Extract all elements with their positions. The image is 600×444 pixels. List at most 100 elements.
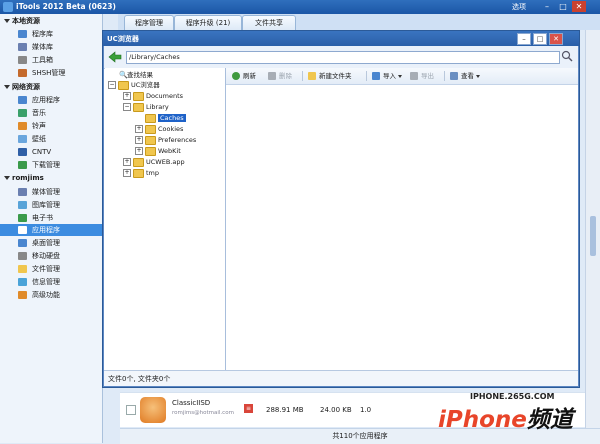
- new-folder-button[interactable]: 新建文件夹: [308, 71, 352, 81]
- view-icon: [450, 72, 458, 80]
- dialog-status: 文件0个, 文件夹0个: [104, 370, 578, 386]
- sidebar-item-desktop[interactable]: 桌面管理: [18, 237, 60, 249]
- dialog-titlebar: UC浏览器 – □ ✕: [103, 31, 579, 46]
- dialog-body: /Library/Caches 🔍查找结果 − UC浏览器 + Documents …: [104, 46, 578, 386]
- view-button[interactable]: 查看: [450, 71, 480, 81]
- folder-icon: [145, 113, 156, 123]
- delete-button[interactable]: 删除: [268, 71, 292, 81]
- cntv-icon: [18, 148, 27, 156]
- app-size: 288.91 MB: [266, 406, 304, 414]
- refresh-button[interactable]: 刷新: [232, 71, 256, 81]
- dialog-minimize-icon[interactable]: –: [517, 33, 531, 45]
- search-icon[interactable]: [561, 50, 573, 62]
- apps-icon: [18, 96, 27, 104]
- sidebar-item-cntv[interactable]: CNTV: [18, 146, 51, 158]
- dialog-close-icon[interactable]: ✕: [549, 33, 563, 45]
- minimize-icon[interactable]: –: [540, 1, 554, 12]
- options-menu[interactable]: 选项: [512, 2, 526, 12]
- ringtone-icon: [18, 122, 27, 130]
- sidebar-item-advanced[interactable]: 高级功能: [18, 289, 60, 301]
- toolbar-divider: [366, 71, 367, 81]
- sidebar-item-downloads[interactable]: 下载管理: [18, 159, 60, 171]
- app-icon: [140, 397, 166, 423]
- app-data-size: 24.00 KB: [320, 406, 352, 414]
- collapse-icon[interactable]: −: [108, 81, 116, 89]
- drive-icon: [18, 252, 27, 260]
- close-icon[interactable]: ✕: [572, 1, 586, 12]
- folder-icon: [145, 146, 156, 156]
- sidebar-item-wallpaper[interactable]: 壁纸: [18, 133, 46, 145]
- export-icon: [410, 72, 418, 80]
- tree-node-webkit[interactable]: + WebKit: [135, 146, 181, 156]
- sidebar-item-music[interactable]: 音乐: [18, 107, 46, 119]
- message-icon: [18, 278, 27, 286]
- sidebar: 本地资源 程序库 媒体库 工具箱 SHSH管理 网络资源 应用程序 音乐 铃声 …: [0, 14, 130, 443]
- sidebar-item-files[interactable]: 文件管理: [18, 263, 60, 275]
- sidebar-item-media-library[interactable]: 媒体库: [18, 41, 53, 53]
- dialog-maximize-icon[interactable]: □: [533, 33, 547, 45]
- section-local[interactable]: 本地资源: [4, 16, 40, 26]
- expand-icon[interactable]: +: [123, 158, 131, 166]
- tree-node-preferences[interactable]: + Preferences: [135, 135, 196, 145]
- chevron-down-icon: [476, 74, 480, 78]
- expand-icon[interactable]: +: [123, 169, 131, 177]
- folder-icon: [133, 91, 144, 101]
- expand-icon[interactable]: +: [135, 147, 143, 155]
- tree-node-caches[interactable]: Caches: [145, 113, 186, 123]
- file-toolbar: 刷新 删除 新建文件夹 导入 导出 查看: [226, 68, 578, 85]
- delete-icon: [268, 72, 276, 80]
- tree-node-root[interactable]: − UC浏览器: [108, 80, 160, 90]
- sidebar-item-shsh[interactable]: SHSH管理: [18, 67, 65, 79]
- folder-icon: [145, 135, 156, 145]
- expand-icon[interactable]: +: [135, 136, 143, 144]
- download-icon: [18, 161, 27, 169]
- sidebar-item-net-apps[interactable]: 应用程序: [18, 94, 60, 106]
- section-device[interactable]: romjims: [4, 174, 44, 182]
- tree-node-ucweb-app[interactable]: + UCWEB.app: [123, 157, 185, 167]
- sidebar-item-ebooks[interactable]: 电子书: [18, 212, 53, 224]
- sidebar-item-gallery[interactable]: 图库管理: [18, 199, 60, 211]
- folder-icon: [18, 265, 27, 273]
- sidebar-item-toolbox[interactable]: 工具箱: [18, 54, 53, 66]
- sidebar-item-media-manage[interactable]: 媒体管理: [18, 186, 60, 198]
- tree-node-library[interactable]: − Library: [123, 102, 169, 112]
- toolbar-divider: [302, 71, 303, 81]
- app-badge-icon: ≡: [244, 404, 253, 413]
- shsh-icon: [18, 69, 27, 77]
- tree-node-tmp[interactable]: + tmp: [123, 168, 159, 178]
- tree-node-search[interactable]: 🔍查找结果: [119, 70, 153, 80]
- tree-node-documents[interactable]: + Documents: [123, 91, 183, 101]
- sidebar-item-drive[interactable]: 移动硬盘: [18, 250, 60, 262]
- path-input[interactable]: /Library/Caches: [126, 51, 560, 64]
- tab-file-share[interactable]: 文件共享: [242, 15, 296, 31]
- main-scrollbar[interactable]: [585, 30, 600, 428]
- apps-icon: [18, 226, 27, 234]
- main-titlebar: iTools 2012 Beta (0623) 选项 – □ ✕: [0, 0, 600, 14]
- section-network[interactable]: 网络资源: [4, 82, 40, 92]
- folder-icon: [118, 80, 129, 90]
- tab-app-manage[interactable]: 程序管理: [124, 15, 174, 31]
- refresh-icon: [232, 72, 240, 80]
- tree-node-cookies[interactable]: + Cookies: [135, 124, 183, 134]
- app-version: 1.0: [360, 406, 372, 414]
- scroll-thumb[interactable]: [590, 216, 596, 256]
- sidebar-item-ringtones[interactable]: 铃声: [18, 120, 46, 132]
- row-checkbox[interactable]: [126, 405, 136, 415]
- toolbar-divider: [444, 71, 445, 81]
- app-author: romjims@hotmail.com: [172, 410, 234, 416]
- collapse-icon[interactable]: −: [123, 103, 131, 111]
- magnifier-icon: 🔍: [119, 71, 128, 79]
- export-button[interactable]: 导出: [410, 71, 434, 81]
- sidebar-item-app-library[interactable]: 程序库: [18, 28, 53, 40]
- tab-app-upgrade[interactable]: 程序升级 (21): [174, 15, 242, 31]
- advanced-icon: [18, 291, 27, 299]
- expand-icon[interactable]: +: [123, 92, 131, 100]
- maximize-icon[interactable]: □: [556, 1, 570, 12]
- ebook-icon: [18, 214, 27, 222]
- sidebar-item-messages[interactable]: 信息管理: [18, 276, 60, 288]
- import-button[interactable]: 导入: [372, 71, 402, 81]
- expand-icon[interactable]: +: [135, 125, 143, 133]
- back-arrow-icon[interactable]: [108, 51, 122, 63]
- app-library-icon: [18, 30, 27, 38]
- window-title: iTools 2012 Beta (0623): [16, 2, 116, 11]
